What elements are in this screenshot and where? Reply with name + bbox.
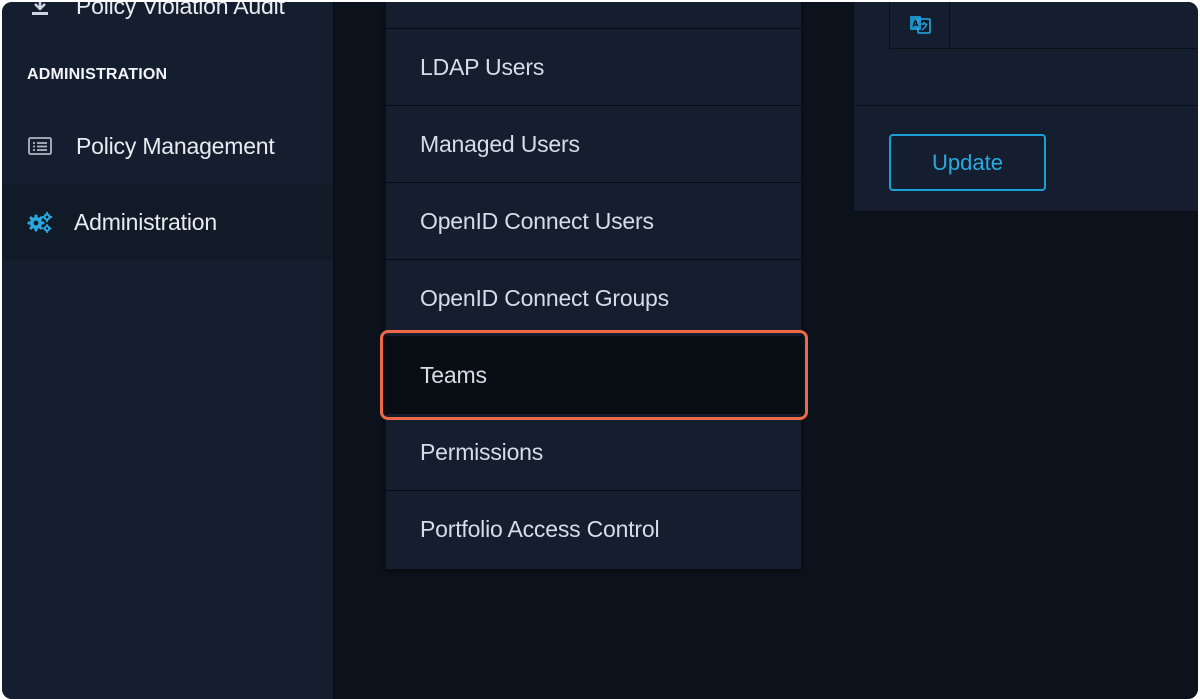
submenu-item-permissions[interactable]: Permissions (386, 413, 801, 490)
update-button[interactable]: Update (889, 134, 1046, 191)
sidebar-item-label: Policy Violation Audit (76, 2, 285, 19)
gears-icon (27, 209, 53, 235)
submenu-item-label: OpenID Connect Groups (420, 284, 669, 311)
sidebar-item-label: Policy Management (76, 132, 275, 159)
list-icon (27, 133, 53, 159)
submenu-item-label: Teams (420, 361, 487, 388)
sidebar-item-policy-violation-audit[interactable]: Policy Violation Audit (2, 2, 333, 26)
app-window: Policy Violation Audit ADMINISTRATION Po… (2, 2, 1198, 699)
sidebar-item-administration[interactable]: Administration (2, 184, 333, 260)
administration-submenu: LDAP Users Managed Users OpenID Connect … (385, 2, 802, 570)
settings-panel: A Update (853, 2, 1198, 212)
submenu-item-ldap-users[interactable]: LDAP Users (386, 28, 801, 105)
submenu-item-label: Permissions (420, 438, 544, 465)
submenu-item-label: Portfolio Access Control (420, 515, 660, 542)
submenu-item-managed-users[interactable]: Managed Users (386, 105, 801, 182)
section-label-administration: ADMINISTRATION (27, 66, 168, 83)
sidebar-item-policy-management[interactable]: Policy Management (2, 108, 333, 184)
sidebar: Policy Violation Audit ADMINISTRATION Po… (2, 2, 334, 699)
submenu-item-openid-connect-users[interactable]: OpenID Connect Users (386, 182, 801, 259)
translate-icon: A (890, 2, 950, 48)
submenu-item-label: LDAP Users (420, 53, 545, 80)
download-icon (27, 2, 53, 19)
submenu-item-label: OpenID Connect Users (420, 207, 654, 234)
svg-text:A: A (912, 20, 919, 29)
panel-divider (854, 105, 1198, 106)
submenu-item-portfolio-access-control[interactable]: Portfolio Access Control (386, 490, 801, 567)
submenu-item-teams[interactable]: Teams (386, 336, 801, 413)
submenu-item-label: Managed Users (420, 130, 580, 157)
sidebar-item-label: Administration (74, 208, 217, 235)
submenu-item-openid-connect-groups[interactable]: OpenID Connect Groups (386, 259, 801, 336)
language-field[interactable]: A (889, 2, 1198, 49)
